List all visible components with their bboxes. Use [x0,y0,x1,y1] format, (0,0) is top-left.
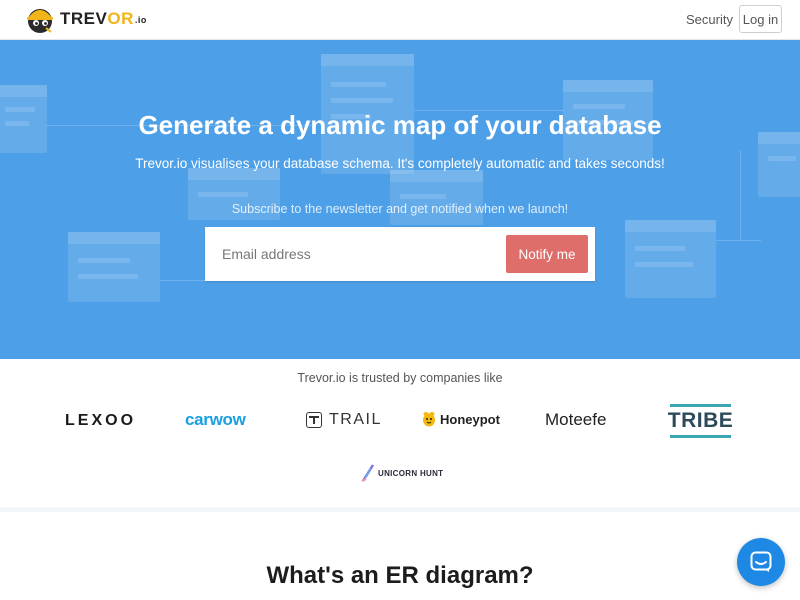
hero-section: Generate a dynamic map of your database … [0,40,800,359]
bee-icon [423,412,435,427]
trusted-by-section: Trevor.io is trusted by companies like L… [0,360,800,507]
newsletter-note: Subscribe to the newsletter and get noti… [231,202,569,216]
trusted-title: Trevor.io is trusted by companies like [297,371,503,385]
email-input[interactable] [205,227,495,281]
login-button[interactable]: Log in [739,5,782,33]
brand-logo-trail: TRAIL [306,411,382,429]
hardhat-mascot-icon [27,9,53,33]
newsletter-form: Notify me [205,227,595,281]
brand-logo-unicorn-hunt: UNICORN HUNT [361,464,443,482]
section-divider [0,507,800,512]
bg-connector-line [716,240,761,241]
chat-bubble-icon [750,551,772,572]
trevor-logo[interactable]: TREVOR.io [24,4,147,34]
brand-logo-carwow: carwow [185,410,246,429]
chat-launcher-button[interactable] [737,538,785,586]
section-title-er-diagram: What's an ER diagram? [266,562,534,589]
bg-er-table [625,220,716,298]
hero-title: Generate a dynamic map of your database [138,110,662,140]
unicorn-horn-icon [361,464,375,482]
brand-logo-honeypot: Honeypot [422,411,500,427]
brand-logo-moteefe: Moteefe [545,410,607,429]
bg-er-table [68,232,160,302]
nav-link-security[interactable]: Security [686,12,733,27]
hero-subtitle: Trevor.io visualises your database schem… [135,156,665,171]
bg-er-table [390,170,483,225]
brand-logo-lexoo: LEXOO [65,412,137,429]
top-nav-bar: TREVOR.io Security Log in [0,0,800,40]
logo-wordmark: TREVOR.io [60,9,147,28]
trail-t-icon [306,412,322,428]
notify-me-button[interactable]: Notify me [506,235,588,273]
brand-logo-tribe: TRIBE [668,404,733,438]
